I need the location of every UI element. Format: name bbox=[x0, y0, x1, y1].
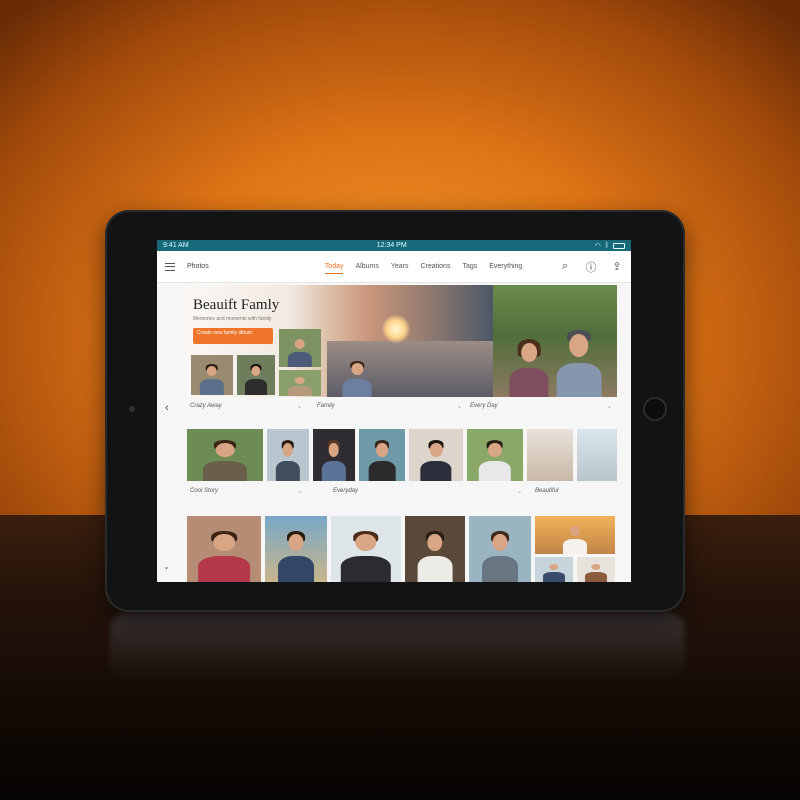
photo-thumbnail[interactable] bbox=[535, 516, 615, 554]
status-icons: ◠ ᛒ bbox=[595, 242, 625, 250]
share-icon[interactable]: ⇪ bbox=[611, 260, 623, 273]
chevron-down-icon[interactable]: ⌄ bbox=[607, 403, 612, 410]
chevron-down-icon[interactable]: ⌄ bbox=[297, 403, 302, 410]
chevron-down-icon[interactable]: ⌄ bbox=[457, 403, 462, 410]
search-icon[interactable]: ⌕ bbox=[559, 260, 571, 273]
home-button[interactable] bbox=[643, 397, 667, 421]
hero-cta-button[interactable]: Create new family album bbox=[193, 328, 273, 344]
photo-thumbnail[interactable] bbox=[577, 429, 617, 481]
photo-thumbnail[interactable] bbox=[359, 429, 405, 481]
status-bar: 9:41 AM 12:34 PM ◠ ᛒ bbox=[157, 240, 631, 251]
photo-thumbnail[interactable] bbox=[527, 429, 573, 481]
album-section-2: Cool Story Everyday Beautiful ⌄ ⌄ bbox=[187, 488, 617, 582]
photo-row bbox=[187, 415, 617, 481]
bluetooth-icon: ᛒ bbox=[604, 242, 609, 249]
chevron-down-icon[interactable]: ⌄ bbox=[517, 488, 522, 495]
hero-couple-photo[interactable] bbox=[493, 285, 617, 397]
section-label: Crazy Away bbox=[190, 403, 222, 409]
photo-thumbnail[interactable] bbox=[265, 516, 327, 582]
photo-thumbnail[interactable] bbox=[187, 429, 263, 481]
app-brand: Photos bbox=[187, 263, 209, 270]
hero-person bbox=[547, 311, 611, 397]
hero-subtitle: Memories and moments with family bbox=[193, 316, 272, 322]
app-bar: Photos Today Albums Years Creations Tags… bbox=[157, 251, 631, 283]
section-label: Every Day bbox=[470, 403, 498, 409]
photo-row bbox=[187, 500, 617, 582]
photo-thumbnail[interactable] bbox=[331, 516, 401, 582]
photo-thumbnail[interactable] bbox=[535, 557, 573, 582]
photo-thumbnail[interactable] bbox=[313, 429, 355, 481]
album-section-1: Crazy Away Family Every Day ⌄ ⌄ ⌄ bbox=[187, 403, 617, 481]
tab-everything[interactable]: Everything bbox=[489, 260, 522, 274]
hero-thumbnail[interactable] bbox=[191, 355, 233, 395]
hero-thumbnail[interactable] bbox=[237, 355, 275, 395]
sunset-sun bbox=[382, 315, 410, 343]
photo-thumbnail[interactable] bbox=[267, 429, 309, 481]
photo-thumbnail[interactable] bbox=[409, 429, 463, 481]
tab-albums[interactable]: Albums bbox=[355, 260, 378, 274]
battery-icon bbox=[613, 242, 625, 249]
info-icon[interactable]: ⓘ bbox=[585, 259, 597, 275]
tab-tags[interactable]: Tags bbox=[462, 260, 477, 274]
hero-thumbnail[interactable] bbox=[279, 329, 321, 367]
app-screen: 9:41 AM 12:34 PM ◠ ᛒ Photos Today Albums… bbox=[157, 240, 631, 582]
status-time: 9:41 AM bbox=[163, 242, 189, 249]
chevron-left-icon[interactable]: ‹ bbox=[165, 402, 169, 414]
tab-today[interactable]: Today bbox=[324, 260, 344, 274]
photo-thumbnail[interactable] bbox=[187, 516, 261, 582]
tab-creations[interactable]: Creations bbox=[420, 260, 450, 274]
tab-years[interactable]: Years bbox=[391, 260, 409, 274]
chevron-down-icon[interactable]: ⌄ bbox=[297, 488, 302, 495]
front-camera bbox=[129, 406, 135, 412]
photo-thumbnail[interactable] bbox=[577, 557, 615, 582]
hero-banner[interactable]: Beauift Famly Memories and moments with … bbox=[187, 285, 617, 397]
wifi-icon: ◠ bbox=[594, 242, 601, 250]
tablet-device: 9:41 AM 12:34 PM ◠ ᛒ Photos Today Albums… bbox=[105, 210, 685, 612]
toolbar: ⌕ ⓘ ⇪ bbox=[559, 259, 623, 275]
chevron-down-icon[interactable]: ⌄ bbox=[163, 562, 170, 571]
section-label: Cool Story bbox=[190, 488, 219, 494]
tablet-reflection bbox=[110, 612, 685, 682]
photo-thumbnail[interactable] bbox=[467, 429, 523, 481]
hamburger-icon[interactable] bbox=[165, 262, 175, 271]
photo-thumbnail[interactable] bbox=[405, 516, 465, 582]
photo-thumbnail[interactable] bbox=[469, 516, 531, 582]
hero-feature: Beauift Famly Memories and moments with … bbox=[187, 285, 493, 397]
section-label: Family bbox=[317, 403, 335, 409]
hero-thumbnail[interactable] bbox=[279, 370, 321, 396]
hero-person bbox=[332, 351, 382, 397]
section-label: Everyday bbox=[333, 488, 359, 494]
hero-title: Beauift Famly bbox=[193, 297, 280, 313]
status-clock: 12:34 PM bbox=[376, 242, 407, 249]
section-label: Beautiful bbox=[535, 488, 559, 494]
tab-bar: Today Albums Years Creations Tags Everyt… bbox=[324, 260, 522, 274]
